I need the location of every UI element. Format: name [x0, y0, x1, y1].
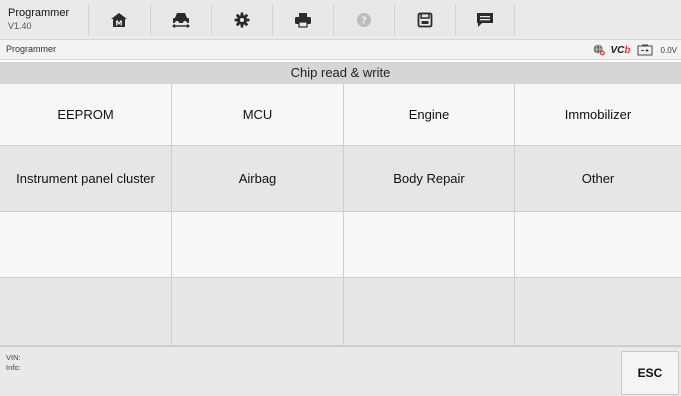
- grid-item-empty: [515, 212, 681, 278]
- status-indicators: VCb 0.0V: [593, 43, 677, 57]
- app-info: Programmer V1.40: [8, 7, 69, 32]
- breadcrumb: Programmer: [6, 44, 57, 54]
- settings-button[interactable]: [211, 4, 271, 36]
- print-icon: [294, 13, 311, 28]
- battery-voltage: 0.0V: [660, 45, 677, 55]
- grid-item-mcu[interactable]: MCU: [172, 84, 344, 146]
- app-version: V1.40: [8, 21, 32, 31]
- save-button[interactable]: [394, 4, 454, 36]
- grid-item-instrument-panel-cluster[interactable]: Instrument panel cluster: [0, 146, 172, 212]
- svg-text:M: M: [115, 20, 122, 28]
- print-button[interactable]: [272, 4, 332, 36]
- top-toolbar: Programmer V1.40 M ?: [0, 0, 681, 40]
- info-label: Info:: [6, 363, 21, 372]
- grid-item-empty: [0, 278, 172, 346]
- function-grid: EEPROM MCU Engine Immobilizer Instrument…: [0, 84, 681, 346]
- grid-item-empty: [344, 278, 515, 346]
- grid-item-empty: [0, 212, 172, 278]
- data-log-icon: [477, 13, 493, 27]
- svg-text:?: ?: [361, 16, 367, 27]
- esc-button[interactable]: ESC: [621, 351, 679, 395]
- grid-item-immobilizer[interactable]: Immobilizer: [515, 84, 681, 146]
- grid-item-engine[interactable]: Engine: [344, 84, 515, 146]
- footer-bar: VIN: Info: ESC: [0, 346, 681, 396]
- battery-icon: [637, 44, 653, 56]
- grid-item-empty: [172, 212, 344, 278]
- data-log-button[interactable]: [455, 4, 515, 36]
- grid-item-empty: [515, 278, 681, 346]
- home-button[interactable]: M: [88, 4, 148, 36]
- grid-item-empty: [172, 278, 344, 346]
- help-icon: ?: [356, 13, 371, 27]
- grid-item-airbag[interactable]: Airbag: [172, 146, 344, 212]
- status-bar: Programmer VCb 0.0V: [0, 40, 681, 60]
- grid-item-other[interactable]: Other: [515, 146, 681, 212]
- gear-icon: [234, 12, 249, 28]
- grid-item-body-repair[interactable]: Body Repair: [344, 146, 515, 212]
- section-title: Chip read & write: [0, 62, 681, 84]
- grid-item-eeprom[interactable]: EEPROM: [0, 84, 172, 146]
- vci-suffix: b: [624, 44, 631, 56]
- network-globe-icon: [593, 44, 605, 56]
- vehicle-swap-button[interactable]: [150, 4, 210, 36]
- vci-status: VCb: [611, 45, 631, 56]
- vehicle-info: VIN: Info:: [6, 353, 21, 373]
- vehicle-swap-icon: [171, 13, 190, 28]
- home-icon: M: [110, 13, 127, 28]
- app-title: Programmer: [8, 7, 70, 19]
- vci-prefix: VC: [610, 44, 625, 56]
- vin-label: VIN:: [6, 353, 21, 362]
- help-button[interactable]: ?: [333, 4, 393, 36]
- grid-item-empty: [344, 212, 515, 278]
- save-icon: [417, 12, 432, 28]
